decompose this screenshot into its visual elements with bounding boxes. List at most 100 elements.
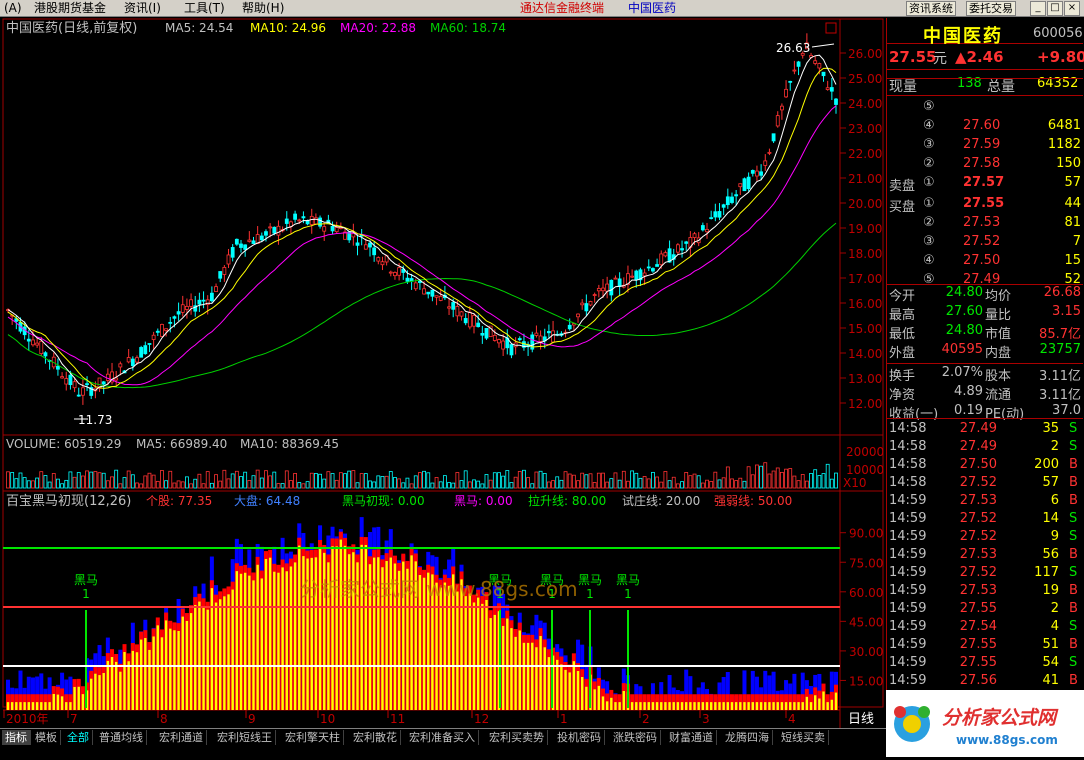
candle-body [576,313,580,318]
indicator-yellow-bar [69,702,72,710]
indicator-yellow-bar [114,661,118,710]
ma10-label: MA10: 24.96 [250,21,326,35]
tick-time: 14:59 [889,511,927,526]
menu-item-info[interactable]: 资讯(I) [124,1,161,16]
maximize-icon[interactable]: □ [1047,1,1063,16]
volume-bar [409,483,414,489]
tab-updown-code[interactable]: 涨跌密码 [610,730,661,745]
indicator-yellow-bar [709,702,713,710]
tab-indicator[interactable]: 指标 [2,730,31,745]
price-tick-label: 17.00 [848,272,882,286]
tab-hongli-short-king[interactable]: 宏利短线王 [214,730,276,745]
tab-short-trade[interactable]: 短线买卖 [778,730,829,745]
indicator-yellow-bar [106,660,110,710]
volume-bar [730,478,734,489]
stat-label: 股本 [985,369,1012,384]
indicator-yellow-bar [797,702,800,710]
volume-bar [355,482,360,489]
tab-hongli-sanhua[interactable]: 宏利散花 [350,730,401,745]
indicator-yellow-bar [52,693,55,710]
volume-bar [576,480,580,489]
info-system-button[interactable]: 资讯系统 [906,1,956,16]
volume-bar [488,479,493,489]
volume-bar [588,473,593,489]
tab-hongli-pillar[interactable]: 宏利擎天柱 [282,730,344,745]
tab-hongli-prepare-buy[interactable]: 宏利准备买入 [406,730,479,745]
indicator-yellow-bar [718,702,721,710]
volume-unit: X10 [843,476,867,490]
minimize-icon[interactable]: _ [1030,1,1046,16]
candle-body [201,299,206,302]
volume-bar [563,471,568,489]
tick-price: 27.49 [959,439,997,454]
indicator-yellow-bar [643,702,646,710]
ma10-line [7,67,837,389]
stat-label: 收益(一) [889,407,939,422]
volume-ma10-label: MA10: 88369.45 [240,437,339,451]
heima-signal-label: 黑马 [578,573,602,587]
tick-vol: 57 [1042,475,1059,490]
indicator-yellow-bar [48,702,51,710]
tab-template[interactable]: 模板 [32,730,61,745]
tab-common-ma[interactable]: 普通均线 [96,730,147,745]
indicator-yellow-bar [23,702,26,710]
period-label[interactable]: 日线 [848,712,874,727]
tab-dragon[interactable]: 龙腾四海 [722,730,773,745]
tab-wealth-channel[interactable]: 财富通道 [666,730,717,745]
candle-body [459,311,464,317]
candle-body [297,219,302,222]
menu-item-help[interactable]: 帮助(H) [242,1,284,16]
time-tick-label: 12 [474,712,489,726]
stat-value: 24.80 [945,285,983,300]
indicator-yellow-bar [40,702,43,710]
chart-title: 中国医药(日线,前复权) [6,20,137,36]
stat-label: 外盘 [889,346,916,361]
indicator-yellow-bar [751,702,754,710]
tick-time: 14:59 [889,619,927,634]
stat-row: 最低 24.80 市值 85.7亿 [887,323,1083,342]
menu-item-tools[interactable]: 工具(T) [184,1,225,16]
volume-bar [180,481,185,489]
volume-bar [56,478,60,489]
candlestick-series [6,33,838,405]
indicator-yellow-bar [119,671,122,710]
stock-name: 中国医药 [923,26,1003,47]
indicator-yellow-bar [352,552,355,710]
volume-bar [667,480,672,489]
menu-item-a[interactable]: (A) [4,1,22,16]
candle-body [438,295,443,301]
indicator-yellow-bar [780,702,784,710]
menu-item-hk-futures[interactable]: 港股期货基金 [34,1,106,16]
expand-icon[interactable] [825,22,837,34]
volume-bar [492,472,497,489]
candle-body [588,301,593,306]
indicator-yellow-bar [506,618,509,710]
trade-button[interactable]: 委托交易 [966,1,1016,16]
tab-hongli-channel[interactable]: 宏利通道 [156,730,207,745]
indicator-yellow-bar [485,599,488,710]
volume-bar [596,472,601,489]
candle-body [825,87,830,90]
candle-body [713,211,718,218]
tab-all[interactable]: 全部 [64,730,93,745]
tick-time: 14:58 [889,439,927,454]
level-no: ② [923,215,935,230]
close-icon[interactable]: × [1064,1,1080,16]
tick-row: 14:58 27.49 2 S [887,439,1083,457]
volume-bar [621,470,626,489]
volume-bar [243,471,248,489]
indicator-yellow-bar [651,702,655,710]
tick-vol: 9 [1050,529,1059,544]
candle-body [80,387,85,396]
tick-price: 27.55 [959,655,997,670]
tick-vol: 200 [1034,457,1059,472]
volume-bar [717,479,722,489]
candle-body [742,178,747,192]
tab-hongli-trade[interactable]: 宏利买卖势 [486,730,548,745]
volume-bar [438,481,443,489]
candle-body [135,357,139,363]
tab-speculation-code[interactable]: 投机密码 [554,730,605,745]
indicator-yellow-bar [660,702,663,710]
chart-area[interactable]: 26.00 25.00 24.00 23.00 22.00 21.00 20.00 19.00… [0,18,886,760]
indicator-yellow-bar [273,571,276,710]
